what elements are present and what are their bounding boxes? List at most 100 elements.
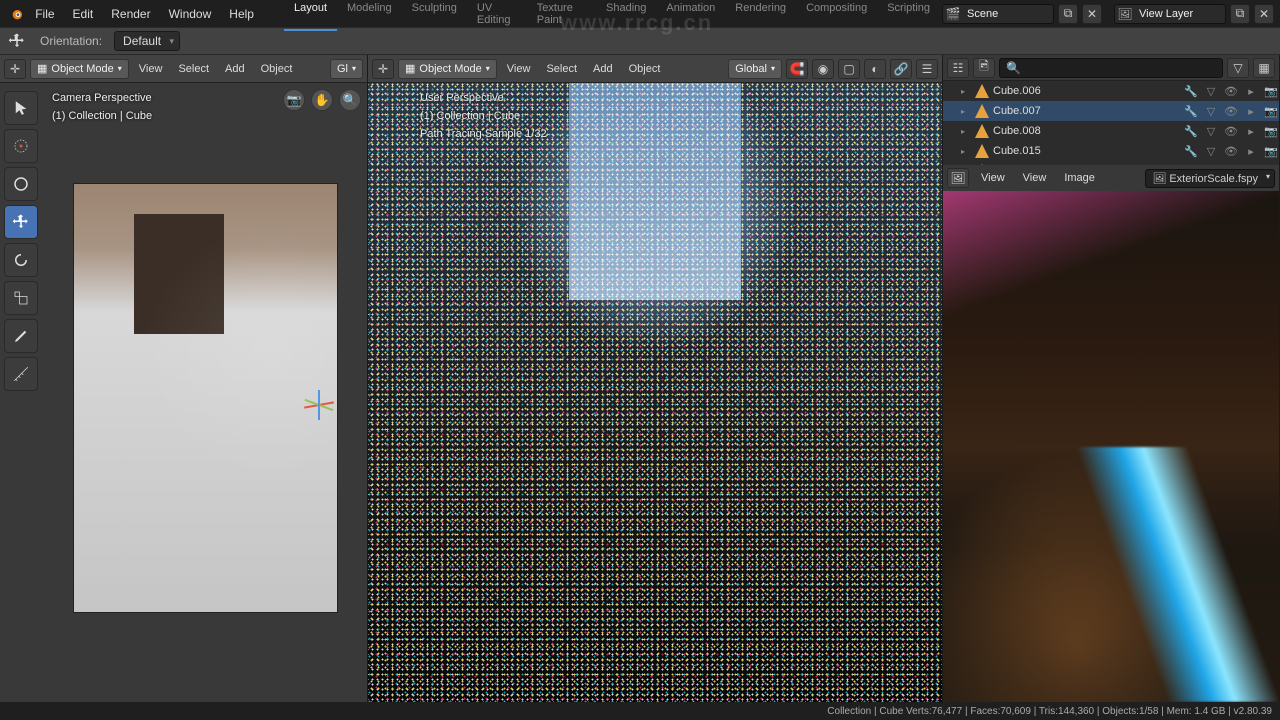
- image-editor-type-icon[interactable]: 🖼: [947, 168, 969, 188]
- render-icon[interactable]: 📷: [1263, 85, 1279, 98]
- outliner-search[interactable]: 🔍: [999, 58, 1223, 78]
- modifier-icon[interactable]: 🔧: [1183, 125, 1199, 138]
- editor-type-icon-m[interactable]: ✛: [372, 59, 394, 79]
- visibility-icon[interactable]: 👁: [1223, 145, 1239, 158]
- render-icon[interactable]: 📷: [1263, 145, 1279, 158]
- mode-dropdown-mid[interactable]: ▦Object Mode: [398, 59, 497, 79]
- scene-name-input[interactable]: [963, 8, 1053, 20]
- viewlayer-delete-button[interactable]: ✕: [1254, 4, 1274, 24]
- vp-pan-icon-l[interactable]: ✋: [311, 89, 333, 111]
- img-menu-view2[interactable]: View: [1017, 168, 1053, 188]
- disable-icon[interactable]: ▸: [1243, 125, 1259, 138]
- modifier-icon[interactable]: 🔧: [1183, 105, 1199, 118]
- tool-scale-l[interactable]: [4, 281, 38, 315]
- viewport-menu-view-m[interactable]: View: [501, 59, 537, 79]
- camera-preview-frame: [73, 183, 338, 613]
- render-icon[interactable]: 📷: [1263, 105, 1279, 118]
- scene-selector[interactable]: 🎬: [942, 4, 1054, 24]
- shading-icon-m[interactable]: ☰: [916, 59, 938, 79]
- editor-type-icon[interactable]: ✛: [4, 59, 26, 79]
- viewport-menu-add-m[interactable]: Add: [587, 59, 619, 79]
- render-icon[interactable]: 📷: [1263, 125, 1279, 138]
- viewlayer-name-input[interactable]: [1135, 8, 1225, 20]
- vp-zoom-icon-l[interactable]: 🔍: [339, 89, 361, 111]
- viewport-menu-object-m[interactable]: Object: [623, 59, 667, 79]
- menu-edit[interactable]: Edit: [65, 3, 102, 25]
- transform-orient-l[interactable]: Gl: [330, 59, 363, 79]
- tab-compositing[interactable]: Compositing: [796, 0, 877, 31]
- gizmo-l[interactable]: [274, 374, 334, 434]
- menu-file[interactable]: File: [27, 3, 62, 25]
- prop-edit-icon-m[interactable]: ◉: [812, 59, 834, 79]
- disable-icon[interactable]: ▸: [1243, 105, 1259, 118]
- tool-measure-l[interactable]: [4, 357, 38, 391]
- workspace-tabs: Layout Modeling Sculpting UV Editing Tex…: [284, 0, 940, 31]
- mesh-data-icon[interactable]: ▽: [1203, 85, 1219, 98]
- vp-camera-icon-l[interactable]: 📷: [283, 89, 305, 111]
- tool-rotate-l[interactable]: [4, 243, 38, 277]
- visibility-icon[interactable]: 👁: [1223, 125, 1239, 138]
- tool-cursor-l[interactable]: [4, 129, 38, 163]
- mesh-data-icon[interactable]: ▽: [1203, 105, 1219, 118]
- blender-logo-icon[interactable]: [6, 4, 25, 24]
- outliner-tree[interactable]: ▸Cube.006🔧▽👁▸📷 ▸Cube.007🔧▽👁▸📷 ▸Cube.008🔧…: [943, 81, 1279, 165]
- modifier-icon[interactable]: 🔧: [1183, 145, 1199, 158]
- tab-shading[interactable]: Shading: [596, 0, 656, 31]
- outliner-new-icon[interactable]: ▦: [1253, 58, 1275, 78]
- tab-animation[interactable]: Animation: [656, 0, 725, 31]
- outliner-row[interactable]: ▸Cube.015🔧▽👁▸📷: [943, 141, 1279, 161]
- overlays-icon-m[interactable]: ◐: [864, 59, 886, 79]
- disable-icon[interactable]: ▸: [1243, 145, 1259, 158]
- img-menu-view1[interactable]: View: [975, 168, 1011, 188]
- tool-select-l[interactable]: [4, 91, 38, 125]
- tab-layout[interactable]: Layout: [284, 0, 337, 31]
- reference-image[interactable]: [943, 191, 1279, 702]
- menu-help[interactable]: Help: [221, 3, 262, 25]
- tab-sculpting[interactable]: Sculpting: [402, 0, 467, 31]
- menu-render[interactable]: Render: [103, 3, 158, 25]
- image-file-dropdown[interactable]: 🖼 ExteriorScale.fspy: [1145, 169, 1275, 188]
- tab-texture[interactable]: Texture Paint: [527, 0, 596, 31]
- disable-icon[interactable]: ▸: [1243, 85, 1259, 98]
- viewport-menu-view-l[interactable]: View: [133, 59, 169, 79]
- visibility-icon[interactable]: 👁: [1223, 105, 1239, 118]
- tool-select-circle-l[interactable]: [4, 167, 38, 201]
- transform-orient-m[interactable]: Global: [728, 59, 782, 79]
- tab-modeling[interactable]: Modeling: [337, 0, 402, 31]
- scene-delete-button[interactable]: ✕: [1082, 4, 1102, 24]
- tab-uv[interactable]: UV Editing: [467, 0, 527, 31]
- outliner-funnel-icon[interactable]: ▽: [1227, 58, 1249, 78]
- outliner-row[interactable]: ▸Cube.008🔧▽👁▸📷: [943, 121, 1279, 141]
- snap-icon-m[interactable]: 🧲: [786, 59, 808, 79]
- mesh-data-icon[interactable]: ▽: [1203, 145, 1219, 158]
- mid-viewport[interactable]: User Perspective (1) Collection | Cube P…: [368, 83, 942, 702]
- orientation-dropdown[interactable]: Default: [114, 31, 180, 51]
- viewport-menu-add-l[interactable]: Add: [219, 59, 251, 79]
- left-viewport[interactable]: Camera Perspective (1) Collection | Cube…: [0, 83, 367, 702]
- menu-window[interactable]: Window: [161, 3, 220, 25]
- img-menu-image[interactable]: Image: [1058, 168, 1101, 188]
- modifier-icon[interactable]: 🔧: [1183, 85, 1199, 98]
- tool-move-l[interactable]: [4, 205, 38, 239]
- tab-scripting[interactable]: Scripting: [877, 0, 940, 31]
- tab-rendering[interactable]: Rendering: [725, 0, 796, 31]
- tool-annotate-l[interactable]: [4, 319, 38, 353]
- link-icon-m[interactable]: 🔗: [890, 59, 912, 79]
- viewport-menu-select-m[interactable]: Select: [540, 59, 583, 79]
- visibility-icon[interactable]: 👁: [1223, 85, 1239, 98]
- move-tool-icon[interactable]: [6, 30, 28, 52]
- pivot-icon-m[interactable]: ▢: [838, 59, 860, 79]
- viewport-menu-object-l[interactable]: Object: [255, 59, 299, 79]
- left-vp-topright: 📷 ✋ 🔍: [283, 89, 361, 111]
- viewport-menu-select-l[interactable]: Select: [172, 59, 215, 79]
- mode-dropdown-left[interactable]: ▦Object Mode: [30, 59, 129, 79]
- outliner-row[interactable]: ▸Cube.007🔧▽👁▸📷: [943, 101, 1279, 121]
- scene-copy-button[interactable]: ⧉: [1058, 4, 1078, 24]
- mesh-data-icon[interactable]: ▽: [1203, 125, 1219, 138]
- outliner-row[interactable]: ▸Cube.006🔧▽👁▸📷: [943, 81, 1279, 101]
- outliner-search-input[interactable]: [1021, 60, 1216, 75]
- viewlayer-copy-button[interactable]: ⧉: [1230, 4, 1250, 24]
- outliner-type-icon[interactable]: ☷: [947, 58, 969, 78]
- viewlayer-selector[interactable]: 🖼: [1114, 4, 1226, 24]
- outliner-filter-icon[interactable]: 🖻: [973, 58, 995, 78]
